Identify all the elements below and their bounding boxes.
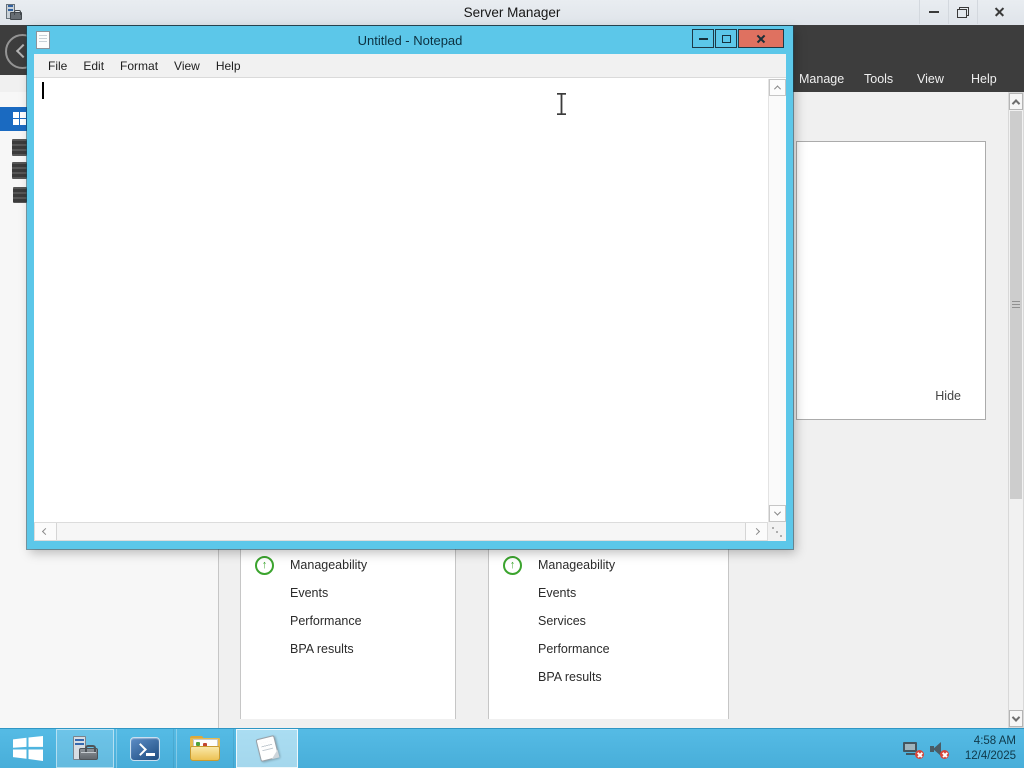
- notepad-menubar: File Edit Format View Help: [34, 54, 786, 77]
- taskbar-button-server-manager[interactable]: [56, 729, 114, 768]
- menu-item-file[interactable]: File: [40, 57, 75, 75]
- server-manager-icon: [70, 735, 100, 763]
- notepad-text[interactable]: [38, 81, 764, 519]
- scroll-down-button[interactable]: [769, 505, 786, 522]
- notepad-vscrollbar[interactable]: [768, 79, 786, 522]
- sm-scrollbar[interactable]: [1008, 92, 1024, 728]
- menu-item-view[interactable]: View: [166, 57, 208, 75]
- chevron-right-icon: [752, 527, 761, 536]
- text-caret: [42, 82, 44, 99]
- notepad-title: Untitled - Notepad: [357, 32, 463, 48]
- notepad-minimize-button[interactable]: [692, 29, 714, 48]
- menu-item-edit[interactable]: Edit: [75, 57, 112, 75]
- close-icon: [756, 34, 766, 44]
- toolbox-icon: [79, 744, 98, 760]
- tile-link-events[interactable]: Events: [290, 586, 328, 600]
- start-button[interactable]: [6, 732, 50, 765]
- role-tile-1: ↑ Manageability Events Performance BPA r…: [240, 549, 456, 719]
- minimize-icon: [698, 37, 708, 40]
- clock-date: 12/4/2025: [964, 750, 1016, 762]
- clock-time: 4:58 AM: [973, 735, 1016, 747]
- chevron-down-icon: [1011, 712, 1021, 722]
- error-badge-icon: [940, 750, 949, 759]
- scroll-up-button[interactable]: [1009, 93, 1023, 110]
- network-status-icon[interactable]: [902, 740, 924, 759]
- tile-link-performance[interactable]: Performance: [538, 642, 610, 656]
- status-up-icon: ↑: [255, 555, 274, 575]
- chevron-up-icon: [1011, 98, 1021, 108]
- desktop: Server Manager Manage Tools View Help Hi…: [0, 0, 1024, 768]
- notepad-close-button[interactable]: [738, 29, 784, 48]
- restore-icon: [957, 6, 969, 18]
- restore-button[interactable]: [948, 0, 977, 24]
- minimize-button[interactable]: [919, 0, 948, 24]
- sidebar-item-all-servers[interactable]: [12, 162, 27, 179]
- taskbar-button-notepad[interactable]: [236, 729, 298, 768]
- menu-item-help[interactable]: Help: [971, 72, 997, 86]
- menu-item-view[interactable]: View: [917, 72, 944, 86]
- powershell-icon: [130, 736, 160, 761]
- volume-icon[interactable]: [929, 740, 949, 759]
- close-icon: [994, 7, 1005, 18]
- tile-link-performance[interactable]: Performance: [290, 614, 362, 628]
- sidebar-item-local-server[interactable]: [12, 139, 27, 156]
- notepad-text-area[interactable]: [34, 77, 786, 541]
- menu-item-format[interactable]: Format: [112, 57, 166, 75]
- notepad-maximize-button[interactable]: [715, 29, 737, 48]
- sidebar-item-file-storage-services[interactable]: [13, 187, 27, 203]
- menu-item-manage[interactable]: Manage: [799, 72, 844, 86]
- notepad-window: Untitled - Notepad File Edit Format View…: [27, 26, 793, 549]
- menu-item-tools[interactable]: Tools: [864, 72, 893, 86]
- tile-link-manageability[interactable]: Manageability: [538, 558, 615, 572]
- taskbar: 4:58 AM 12/4/2025: [0, 728, 1024, 768]
- resize-grip-icon: [772, 527, 774, 529]
- sidebar-item-dashboard[interactable]: [0, 107, 27, 131]
- scroll-down-button[interactable]: [1009, 710, 1023, 727]
- scrollbar-thumb[interactable]: [1010, 111, 1022, 499]
- taskbar-button-powershell[interactable]: [116, 729, 174, 768]
- welcome-panel: Hide: [796, 141, 986, 420]
- command-bar-left-edge: [0, 75, 27, 92]
- tile-link-manageability[interactable]: Manageability: [290, 558, 367, 572]
- tile-link-services[interactable]: Services: [538, 614, 586, 628]
- error-badge-icon: [915, 750, 924, 759]
- status-up-icon: ↑: [503, 555, 522, 575]
- chevron-down-icon: [773, 508, 782, 516]
- thumb-grip-icon: [1012, 301, 1020, 309]
- maximize-icon: [721, 34, 731, 43]
- minimize-icon: [929, 11, 939, 13]
- notepad-icon: [252, 734, 282, 763]
- tile-link-events[interactable]: Events: [538, 586, 576, 600]
- taskbar-clock[interactable]: 4:58 AM 12/4/2025: [954, 734, 1016, 764]
- windows-logo-icon: [13, 736, 43, 761]
- dashboard-icon: [13, 112, 26, 125]
- folder-icon: [189, 735, 221, 762]
- chevron-left-icon: [41, 527, 50, 536]
- scroll-up-button[interactable]: [769, 79, 786, 96]
- scroll-left-button[interactable]: [35, 523, 57, 540]
- notepad-hscrollbar[interactable]: [34, 522, 768, 541]
- scroll-right-button[interactable]: [745, 523, 767, 540]
- taskbar-button-file-explorer[interactable]: [176, 729, 234, 768]
- resize-grip[interactable]: [768, 522, 786, 541]
- server-manager-titlebar[interactable]: Server Manager: [0, 0, 1024, 25]
- hide-link[interactable]: Hide: [935, 389, 961, 403]
- close-button[interactable]: [977, 0, 1021, 24]
- role-tile-2: ↑ Manageability Events Services Performa…: [488, 549, 729, 719]
- system-tray: 4:58 AM 12/4/2025: [902, 729, 1024, 768]
- window-title: Server Manager: [463, 5, 561, 20]
- ibeam-cursor: [557, 93, 566, 115]
- chevron-up-icon: [773, 85, 782, 93]
- tile-link-bpa-results[interactable]: BPA results: [290, 642, 354, 656]
- menu-item-help[interactable]: Help: [208, 57, 249, 75]
- tile-link-bpa-results[interactable]: BPA results: [538, 670, 602, 684]
